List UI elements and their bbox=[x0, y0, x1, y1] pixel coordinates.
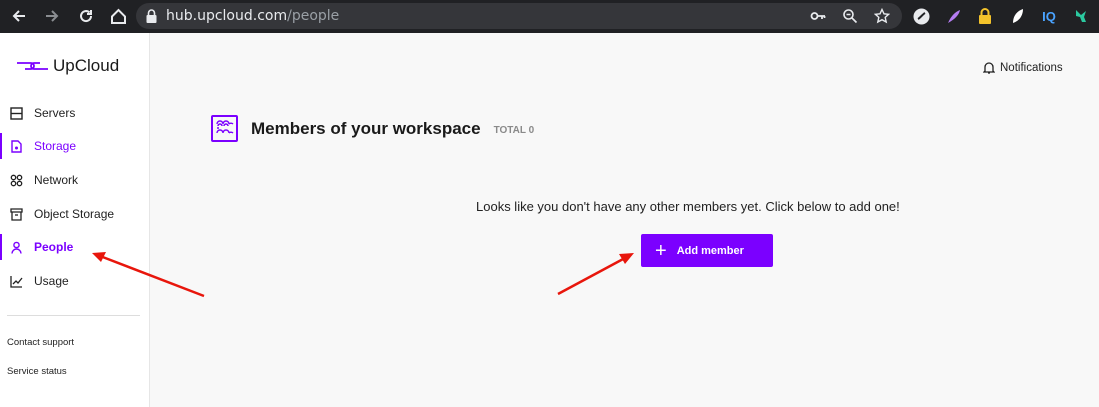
url-path: /people bbox=[287, 8, 340, 24]
home-icon[interactable] bbox=[108, 6, 128, 26]
chart-icon bbox=[9, 274, 23, 288]
empty-state-message: Looks like you don't have any other memb… bbox=[476, 199, 900, 214]
bell-icon bbox=[983, 62, 995, 74]
service-status-link[interactable]: Service status bbox=[7, 366, 67, 377]
reload-icon[interactable] bbox=[76, 6, 96, 26]
members-icon bbox=[211, 115, 238, 142]
network-icon bbox=[9, 173, 23, 187]
extension-leaf-icon[interactable] bbox=[1008, 7, 1026, 25]
extension-iq-icon[interactable]: IQ bbox=[1040, 7, 1058, 25]
storage-icon bbox=[9, 139, 23, 153]
address-bar[interactable]: hub.upcloud.com/people bbox=[136, 3, 902, 29]
server-icon bbox=[9, 106, 23, 120]
notifications-button[interactable]: Notifications bbox=[983, 61, 1063, 74]
sidebar-item-object-storage[interactable]: Object Storage bbox=[0, 201, 149, 227]
extension-iq-label: IQ bbox=[1042, 8, 1056, 24]
sidebar-item-label: Storage bbox=[34, 139, 77, 153]
extension-lock-icon[interactable] bbox=[976, 7, 994, 25]
sidebar-item-network[interactable]: Network bbox=[0, 167, 149, 193]
sidebar-item-label: People bbox=[34, 240, 74, 254]
total-count: TOTAL 0 bbox=[493, 124, 535, 136]
upcloud-logo[interactable]: UpCloud bbox=[16, 56, 119, 76]
sidebar-item-label: Object Storage bbox=[34, 207, 115, 221]
zoom-icon[interactable] bbox=[842, 8, 858, 24]
upcloud-logo-icon bbox=[17, 62, 48, 70]
arrow-to-add-member bbox=[557, 253, 634, 296]
url-text: hub.upcloud.com/people bbox=[166, 8, 339, 24]
key-icon[interactable] bbox=[810, 8, 826, 24]
plus-icon: + bbox=[655, 239, 667, 262]
bookmark-star-icon[interactable] bbox=[873, 7, 891, 24]
sidebar-item-servers[interactable]: Servers bbox=[0, 100, 149, 126]
forward-icon[interactable] bbox=[42, 6, 62, 26]
page-title: Members of your workspace bbox=[251, 118, 481, 138]
sidebar-item-label: Usage bbox=[34, 274, 69, 288]
sidebar-item-usage[interactable]: Usage bbox=[0, 268, 149, 294]
extension-bird-icon[interactable] bbox=[1072, 7, 1090, 25]
sidebar-divider bbox=[7, 315, 140, 316]
notifications-label: Notifications bbox=[1000, 61, 1063, 74]
logo-text: UpCloud bbox=[53, 56, 120, 75]
back-icon[interactable] bbox=[9, 6, 29, 26]
add-member-label: Add member bbox=[676, 244, 744, 257]
browser-toolbar: hub.upcloud.com/people IQ bbox=[0, 0, 1099, 33]
contact-support-link[interactable]: Contact support bbox=[7, 337, 74, 348]
sidebar-item-storage[interactable]: Storage bbox=[0, 133, 149, 159]
sidebar-item-people[interactable]: People bbox=[0, 234, 149, 260]
sidebar: UpCloud Servers Storage Network Object S… bbox=[0, 33, 150, 407]
sidebar-item-label: Network bbox=[34, 173, 79, 187]
object-storage-icon bbox=[9, 207, 23, 221]
extension-circle-icon[interactable] bbox=[912, 7, 930, 25]
person-icon bbox=[9, 240, 23, 254]
page-header: Members of your workspace TOTAL 0 bbox=[211, 115, 534, 142]
add-member-button[interactable]: + Add member bbox=[641, 234, 773, 267]
sidebar-item-label: Servers bbox=[34, 106, 76, 120]
url-host: hub.upcloud.com bbox=[166, 8, 288, 24]
lock-icon bbox=[146, 9, 157, 28]
extension-feather-icon[interactable] bbox=[944, 7, 962, 25]
